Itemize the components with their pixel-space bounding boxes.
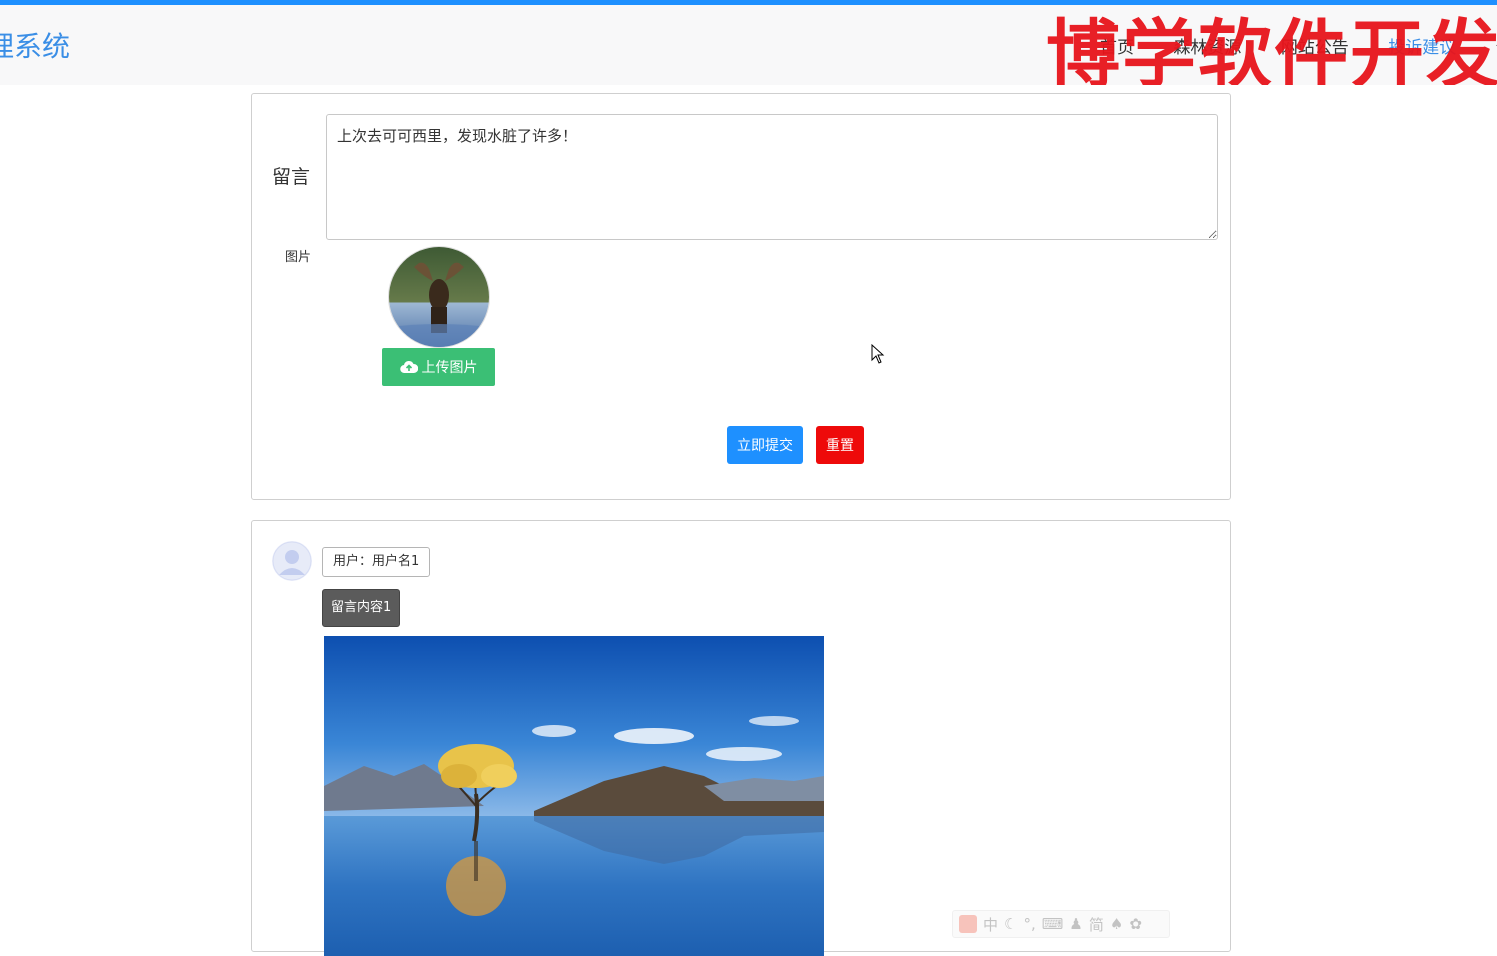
submit-button[interactable]: 立即提交 — [727, 426, 803, 464]
comment-list-card: 用户：用户名1 留言内容1 — [251, 520, 1231, 956]
message-textarea[interactable]: 上次去可可西里，发现水脏了许多！ — [326, 114, 1218, 240]
user-avatar — [272, 541, 312, 581]
upload-image-button[interactable]: 上传图片 — [382, 348, 495, 386]
lake-tree-photo — [324, 636, 824, 956]
ime-keyboard-icon[interactable]: ⌨ — [1042, 915, 1064, 933]
ime-user-icon[interactable]: ♟ — [1069, 915, 1082, 933]
reset-button[interactable]: 重置 — [816, 426, 864, 464]
default-avatar-icon — [272, 541, 312, 581]
image-label: 图片 — [285, 250, 312, 265]
comment-user-tag: 用户：用户名1 — [322, 547, 431, 577]
message-form-card: 留言 上次去可可西里，发现水脏了许多！ 图片 上传图片 立即提交 重置 — [251, 93, 1231, 500]
ime-skin-icon[interactable]: ♠ — [1110, 915, 1123, 933]
comment-attached-image — [324, 636, 824, 956]
ime-toolbar: 中 ☾ °, ⌨ ♟ 简 ♠ ✿ — [952, 910, 1170, 938]
ime-settings-icon[interactable]: ✿ — [1129, 915, 1142, 933]
moose-photo — [389, 247, 489, 347]
ime-mode-chinese[interactable]: 中 — [983, 914, 998, 935]
comment-content-tag: 留言内容1 — [322, 589, 401, 627]
message-label: 留言 — [272, 166, 311, 188]
ime-logo-icon — [959, 915, 977, 933]
ime-punctuation-icon[interactable]: °, — [1023, 915, 1035, 933]
site-header: 理系统 首页 森林资源 网站公告 投诉建议 个 博学软件开发工 — [0, 5, 1497, 85]
ime-moon-icon[interactable]: ☾ — [1004, 915, 1017, 933]
cursor-icon — [871, 344, 885, 364]
ime-mode-simplified[interactable]: 简 — [1089, 914, 1104, 935]
cloud-upload-icon — [399, 360, 418, 374]
brand-title[interactable]: 理系统 — [0, 25, 70, 65]
uploaded-image-preview — [388, 246, 490, 348]
watermark-overlay: 博学软件开发工 — [1046, 12, 1497, 85]
upload-button-label: 上传图片 — [421, 360, 478, 376]
